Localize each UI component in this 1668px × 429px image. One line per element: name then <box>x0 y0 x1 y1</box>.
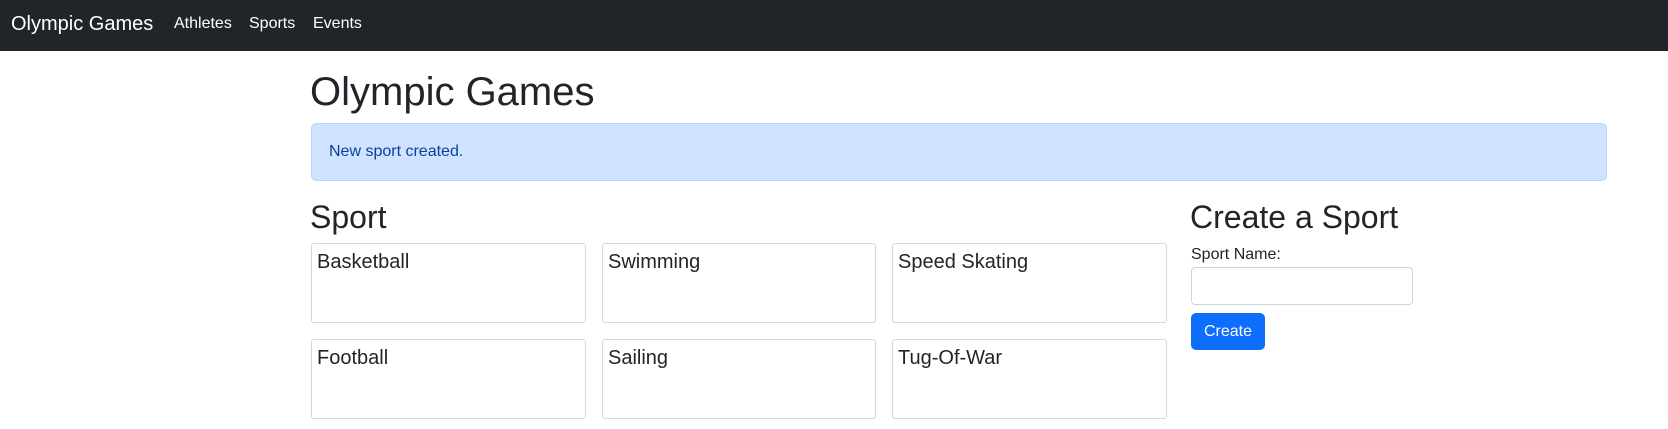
sport-card-swimming: Swimming <box>602 243 876 323</box>
sport-card-title: Football <box>317 347 389 369</box>
sport-card-sailing: Sailing <box>602 339 876 419</box>
sport-card-title: Speed Skating <box>898 251 1029 273</box>
sport-card-title: Basketball <box>317 251 410 273</box>
sport-card-title: Swimming <box>608 251 701 273</box>
nav-link-sports[interactable]: Sports <box>249 13 295 35</box>
navbar-brand[interactable]: Olympic Games <box>11 11 153 37</box>
alert-message: New sport created. <box>329 143 464 160</box>
success-alert: New sport created. <box>311 123 1607 181</box>
nav-link-events[interactable]: Events <box>313 13 362 35</box>
page-title: Olympic Games <box>310 70 595 114</box>
sport-card-speed-skating: Speed Skating <box>892 243 1167 323</box>
sport-card-title: Tug-Of-War <box>898 347 1003 369</box>
sport-card-tug-of-war: Tug-Of-War <box>892 339 1167 419</box>
top-navbar: Olympic Games Athletes Sports Events <box>0 0 1668 51</box>
create-button[interactable]: Create <box>1191 313 1265 350</box>
sports-heading: Sport <box>310 199 387 235</box>
sport-card-title: Sailing <box>608 347 669 369</box>
create-sport-heading: Create a Sport <box>1190 199 1399 235</box>
sport-card-basketball: Basketball <box>311 243 586 323</box>
sport-name-input[interactable] <box>1191 267 1413 305</box>
sport-card-football: Football <box>311 339 586 419</box>
nav-link-athletes[interactable]: Athletes <box>174 13 232 35</box>
sport-name-label: Sport Name: <box>1191 246 1281 263</box>
